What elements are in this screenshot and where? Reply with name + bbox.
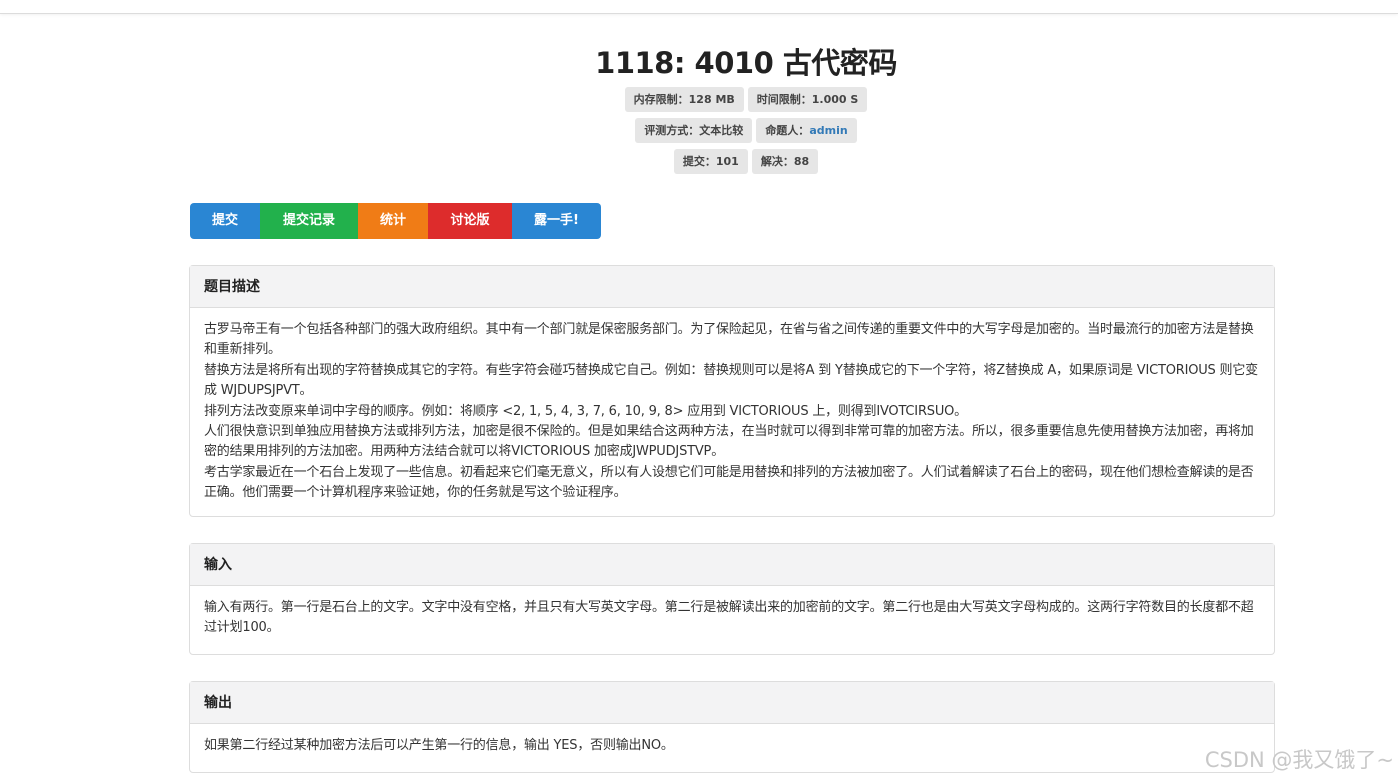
- input-body: 输入有两行。第一行是石台上的文字。文字中没有空格，并且只有大写英文字母。第二行是…: [190, 586, 1274, 651]
- memory-limit-badge: 内存限制：128 MB: [624, 87, 744, 112]
- page-title: 1118: 4010 古代密码: [595, 46, 897, 80]
- output-heading: 输出: [190, 682, 1274, 724]
- output-text: 如果第二行经过某种加密方法后可以产生第一行的信息，输出 YES，否则输出NO。: [204, 738, 674, 753]
- author-badge: 命题人：admin: [756, 118, 857, 143]
- submit-button[interactable]: 提交: [190, 203, 260, 239]
- description-body: 古罗马帝王有一个包括各种部门的强大政府组织。其中有一个部门就是保密服务部门。为了…: [190, 308, 1274, 516]
- submitted-count-badge: 提交：101: [673, 149, 748, 174]
- top-navbar: [0, 0, 1398, 14]
- solved-count-badge: 解决：88: [751, 149, 819, 174]
- description-paragraph: 古罗马帝王有一个包括各种部门的强大政府组织。其中有一个部门就是保密服务部门。为了…: [204, 322, 1254, 358]
- author-link[interactable]: admin: [809, 124, 847, 137]
- discussion-button[interactable]: 讨论版: [428, 203, 512, 239]
- judge-row: 评测方式：文本比较 命题人：admin: [0, 118, 1398, 143]
- csdn-watermark: CSDN @我又饿了~: [1204, 748, 1394, 772]
- judge-mode-badge: 评测方式：文本比较: [635, 118, 753, 143]
- action-button-group: 提交 提交记录 统计 讨论版 露一手!: [190, 203, 601, 239]
- time-limit-badge: 时间限制：1.000 S: [747, 87, 868, 112]
- submission-records-button[interactable]: 提交记录: [260, 203, 358, 239]
- description-paragraph: 排列方法改变原来单词中字母的顺序。例如：将顺序 <2, 1, 5, 4, 3, …: [204, 403, 967, 419]
- description-paragraph: 人们很快意识到单独应用替换方法或排列方法，加密是很不保险的。但是如果结合这两种方…: [204, 424, 1254, 460]
- input-text: 输入有两行。第一行是石台上的文字。文字中没有空格，并且只有大写英文字母。第二行是…: [204, 600, 1254, 636]
- statistics-button[interactable]: 统计: [358, 203, 428, 239]
- description-paragraph: 考古学家最近在一个石台上发现了一些信息。初看起来它们毫无意义，所以有人设想它们可…: [204, 464, 1254, 501]
- input-panel: 输入 输入有两行。第一行是石台上的文字。文字中没有空格，并且只有大写英文字母。第…: [189, 543, 1275, 655]
- stats-row: 提交：101 解决：88: [0, 149, 1398, 174]
- description-paragraph: 替换方法是将所有出现的字符替换成其它的字符。有些字符会碰巧替换成它自己。例如：替…: [204, 362, 1258, 399]
- show-off-button[interactable]: 露一手!: [512, 203, 601, 239]
- limits-row: 内存限制：128 MB 时间限制：1.000 S: [0, 87, 1398, 112]
- description-heading: 题目描述: [190, 266, 1274, 308]
- author-label: 命题人：: [765, 124, 810, 137]
- input-heading: 输入: [190, 544, 1274, 586]
- output-body: 如果第二行经过某种加密方法后可以产生第一行的信息，输出 YES，否则输出NO。: [190, 724, 1274, 768]
- description-panel: 题目描述 古罗马帝王有一个包括各种部门的强大政府组织。其中有一个部门就是保密服务…: [189, 265, 1275, 517]
- output-panel: 输出 如果第二行经过某种加密方法后可以产生第一行的信息，输出 YES，否则输出N…: [189, 681, 1275, 773]
